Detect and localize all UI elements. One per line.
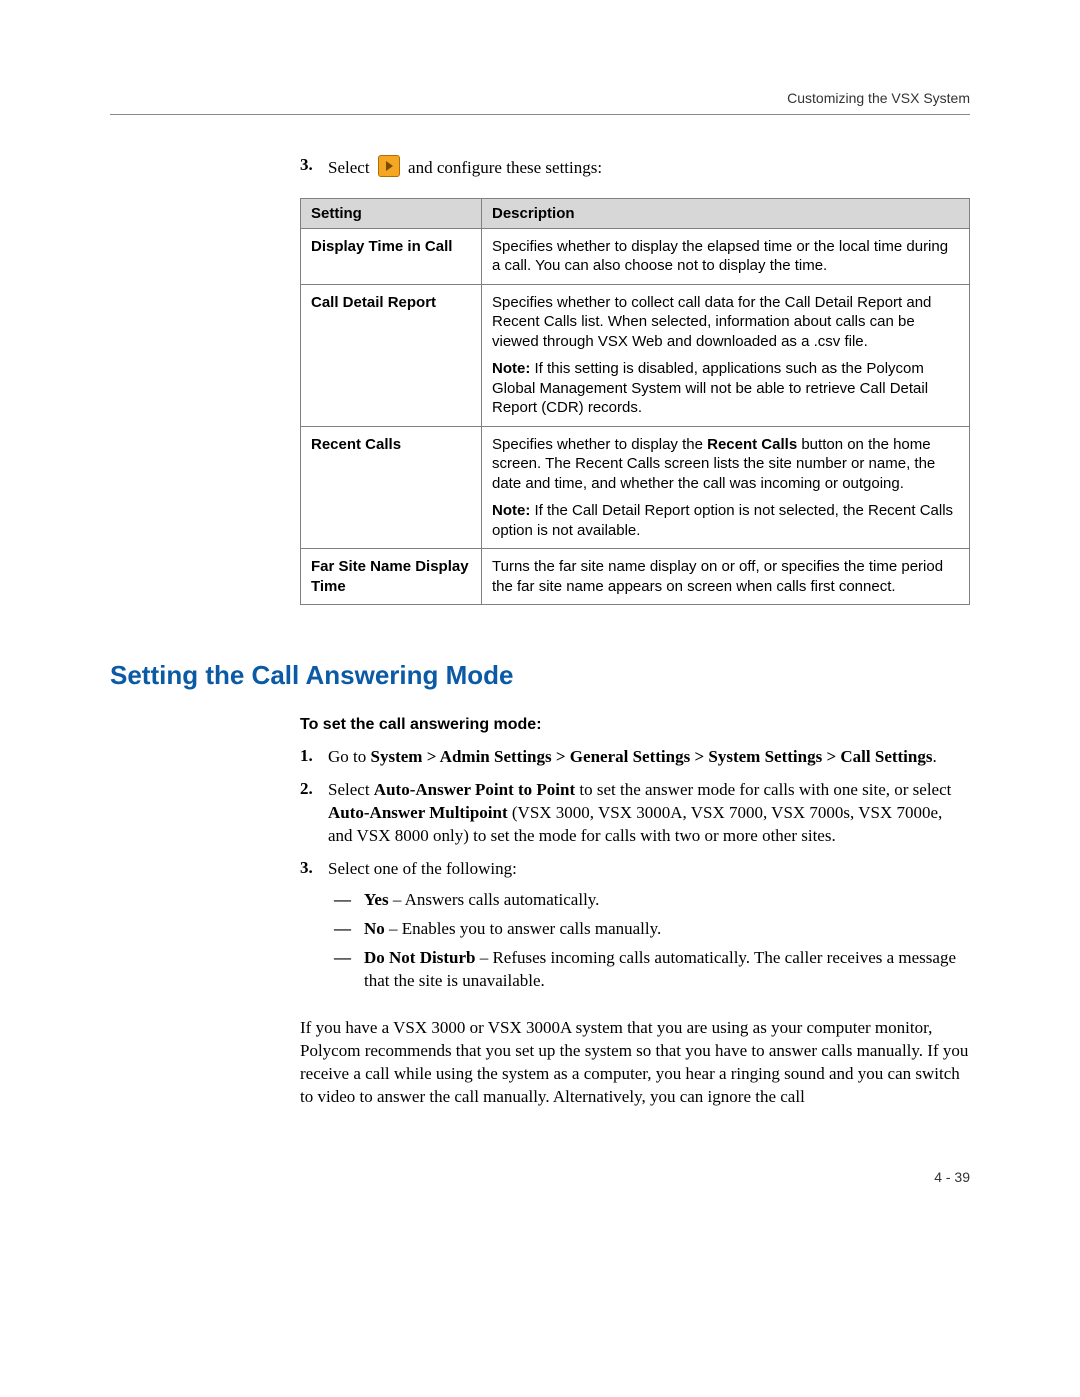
step-3-intro: 3. Select and configure these settings:: [300, 155, 970, 180]
play-arrow-icon: [378, 155, 400, 177]
dash-bullet-icon: —: [328, 947, 364, 993]
list-item: 3.Select one of the following:—Yes – Ans…: [300, 858, 970, 1003]
description-paragraph: Turns the far site name display on or of…: [492, 557, 959, 596]
header-rule: [110, 114, 970, 115]
dash-list-item: —Do Not Disturb – Refuses incoming calls…: [328, 947, 970, 993]
step-number: 3.: [300, 858, 328, 878]
table-row: Recent CallsSpecifies whether to display…: [301, 426, 970, 549]
setting-description-cell: Specifies whether to display the Recent …: [482, 426, 970, 549]
step-body: Select one of the following:—Yes – Answe…: [328, 858, 970, 1003]
step3-pre: Select: [328, 158, 374, 177]
setting-name-cell: Display Time in Call: [301, 228, 482, 284]
description-paragraph: Note: If the Call Detail Report option i…: [492, 501, 959, 540]
page-number: 4 - 39: [110, 1169, 970, 1185]
list-item: 2.Select Auto-Answer Point to Point to s…: [300, 779, 970, 848]
step-number: 2.: [300, 779, 328, 799]
table-row: Far Site Name Display Time Turns the far …: [301, 549, 970, 605]
description-paragraph: Specifies whether to display the elapsed…: [492, 237, 959, 276]
dash-bullet-icon: —: [328, 918, 364, 941]
subhead: To set the call answering mode:: [300, 716, 970, 734]
dash-bullet-icon: —: [328, 889, 364, 912]
step-body: Go to System > Admin Settings > General …: [328, 746, 970, 769]
dash-list-item: —No – Enables you to answer calls manual…: [328, 918, 970, 941]
dash-list-item: —Yes – Answers calls automatically.: [328, 889, 970, 912]
step-body: Select Auto-Answer Point to Point to set…: [328, 779, 970, 848]
step-number: 1.: [300, 746, 328, 766]
setting-name-cell: Recent Calls: [301, 426, 482, 549]
setting-description-cell: Specifies whether to display the elapsed…: [482, 228, 970, 284]
section-title: Setting the Call Answering Mode: [110, 660, 970, 691]
running-header: Customizing the VSX System: [110, 90, 970, 106]
trailing-paragraph: If you have a VSX 3000 or VSX 3000A syst…: [300, 1017, 970, 1109]
step-number: 3.: [300, 155, 313, 174]
step3-post: and configure these settings:: [408, 158, 602, 177]
description-paragraph: Specifies whether to display the Recent …: [492, 435, 959, 494]
setting-description-cell: Turns the far site name display on or of…: [482, 549, 970, 605]
setting-description-cell: Specifies whether to collect call data f…: [482, 284, 970, 426]
description-paragraph: Specifies whether to collect call data f…: [492, 293, 959, 352]
setting-name-cell: Call Detail Report: [301, 284, 482, 426]
col-setting: Setting: [301, 198, 482, 228]
table-row: Display Time in Call Specifies whether to…: [301, 228, 970, 284]
setting-name-cell: Far Site Name Display Time: [301, 549, 482, 605]
settings-table: Setting Description Display Time in Call…: [300, 198, 970, 606]
list-item: 1.Go to System > Admin Settings > Genera…: [300, 746, 970, 769]
description-paragraph: Note: If this setting is disabled, appli…: [492, 359, 959, 418]
col-description: Description: [482, 198, 970, 228]
table-row: Call Detail ReportSpecifies whether to c…: [301, 284, 970, 426]
